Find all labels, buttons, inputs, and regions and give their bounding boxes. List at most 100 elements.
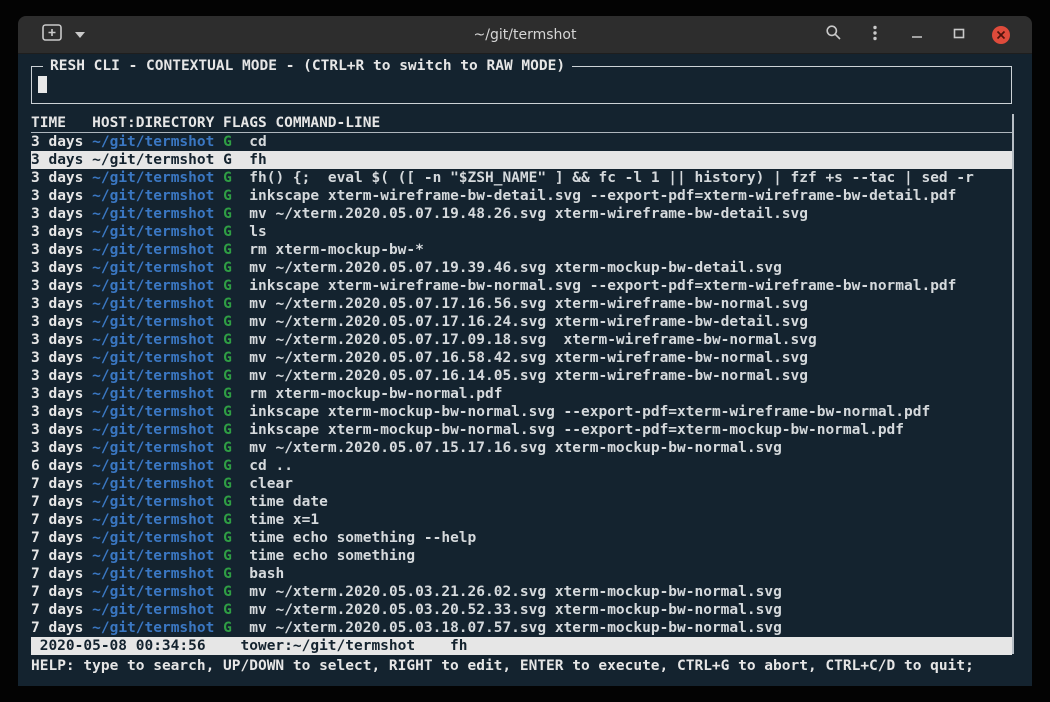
row-host-directory: ~/git/termshot	[92, 602, 214, 618]
history-row[interactable]: 3 days ~/git/termshot G mv ~/xterm.2020.…	[31, 295, 1012, 313]
row-command: inkscape xterm-mockup-bw-normal.svg --ex…	[249, 404, 930, 420]
terminal-content: RESH CLI - CONTEXTUAL MODE - (CTRL+R to …	[18, 54, 1032, 686]
row-host-directory: ~/git/termshot	[92, 512, 214, 528]
history-row[interactable]: 3 days ~/git/termshot G cd	[31, 133, 1012, 151]
history-row[interactable]: 3 days ~/git/termshot G ls	[31, 223, 1012, 241]
resh-search-input[interactable]: RESH CLI - CONTEXTUAL MODE - (CTRL+R to …	[31, 66, 1012, 104]
history-row[interactable]: 7 days ~/git/termshot G bash	[31, 565, 1012, 583]
history-row[interactable]: 7 days ~/git/termshot G time date	[31, 493, 1012, 511]
history-row[interactable]: 3 days ~/git/termshot G mv ~/xterm.2020.…	[31, 439, 1012, 457]
row-flags: G	[223, 242, 232, 258]
new-tab-button[interactable]	[42, 24, 62, 45]
history-row[interactable]: 3 days ~/git/termshot G rm xterm-mockup-…	[31, 241, 1012, 259]
history-row[interactable]: 3 days ~/git/termshot G inkscape xterm-m…	[31, 421, 1012, 439]
history-row[interactable]: 3 days ~/git/termshot G rm xterm-mockup-…	[31, 385, 1012, 403]
history-row[interactable]: 3 days ~/git/termshot G mv ~/xterm.2020.…	[31, 331, 1012, 349]
row-flags: G	[223, 260, 232, 276]
row-command: bash	[249, 566, 284, 582]
row-host-directory: ~/git/termshot	[92, 422, 214, 438]
history-row[interactable]: 3 days ~/git/termshot G fh() {; eval $( …	[31, 169, 1012, 187]
row-flags: G	[223, 476, 232, 492]
row-flags: G	[223, 386, 232, 402]
row-command: rm xterm-mockup-bw-*	[249, 242, 424, 258]
row-flags: G	[223, 602, 232, 618]
history-row[interactable]: 7 days ~/git/termshot G clear	[31, 475, 1012, 493]
row-flags: G	[223, 440, 232, 456]
row-time: 7 days	[31, 512, 83, 528]
row-flags: G	[223, 278, 232, 294]
history-column-header: TIME HOST:DIRECTORY FLAGS COMMAND-LINE	[31, 114, 1012, 133]
history-row[interactable]: 7 days ~/git/termshot G mv ~/xterm.2020.…	[31, 583, 1012, 601]
row-host-directory: ~/git/termshot	[92, 440, 214, 456]
window-title: ~/git/termshot	[474, 27, 577, 43]
row-flags: G	[223, 332, 232, 348]
row-command: mv ~/xterm.2020.05.03.20.52.33.svg xterm…	[249, 602, 782, 618]
row-time: 3 days	[31, 170, 83, 186]
row-host-directory: ~/git/termshot	[92, 566, 214, 582]
row-flags: G	[223, 188, 232, 204]
row-flags: G	[223, 512, 232, 528]
history-row[interactable]: 3 days ~/git/termshot G inkscape xterm-w…	[31, 277, 1012, 295]
row-time: 7 days	[31, 494, 83, 510]
status-timestamp: 2020-05-08 00:34:56	[40, 638, 206, 654]
row-host-directory: ~/git/termshot	[92, 224, 214, 240]
row-host-directory: ~/git/termshot	[92, 134, 214, 150]
row-command: time date	[249, 494, 328, 510]
row-host-directory: ~/git/termshot	[92, 278, 214, 294]
row-host-directory: ~/git/termshot	[92, 188, 214, 204]
history-row[interactable]: 3 days ~/git/termshot G mv ~/xterm.2020.…	[31, 313, 1012, 331]
history-row[interactable]: 3 days ~/git/termshot G mv ~/xterm.2020.…	[31, 367, 1012, 385]
history-row[interactable]: 3 days ~/git/termshot G mv ~/xterm.2020.…	[31, 259, 1012, 277]
history-row[interactable]: 7 days ~/git/termshot G time x=1	[31, 511, 1012, 529]
history-row[interactable]: 7 days ~/git/termshot G time echo someth…	[31, 529, 1012, 547]
row-command: time echo something --help	[249, 530, 476, 546]
minimize-icon	[909, 25, 925, 45]
row-flags: G	[223, 620, 232, 636]
history-row[interactable]: 3 days ~/git/termshot G mv ~/xterm.2020.…	[31, 349, 1012, 367]
row-host-directory: ~/git/termshot	[92, 620, 214, 636]
row-flags: G	[223, 314, 232, 330]
search-button[interactable]	[824, 26, 842, 44]
row-command: time echo something	[249, 548, 415, 564]
row-command: fh() {; eval $( ([ -n "$ZSH_NAME" ] && f…	[249, 170, 974, 186]
history-row[interactable]: 7 days ~/git/termshot G mv ~/xterm.2020.…	[31, 601, 1012, 619]
row-host-directory: ~/git/termshot	[92, 476, 214, 492]
row-time: 3 days	[31, 404, 83, 420]
history-row[interactable]: 6 days ~/git/termshot G cd ..	[31, 457, 1012, 475]
minimize-button[interactable]	[908, 26, 926, 44]
tab-switcher-caret-icon[interactable]	[75, 32, 85, 38]
row-host-directory: ~/git/termshot	[92, 242, 214, 258]
row-flags: G	[223, 296, 232, 312]
history-row[interactable]: 7 days ~/git/termshot G time echo someth…	[31, 547, 1012, 565]
scrollbar[interactable]	[1012, 114, 1014, 654]
history-row[interactable]: 3 days ~/git/termshot G inkscape xterm-m…	[31, 403, 1012, 421]
row-time: 3 days	[31, 260, 83, 276]
row-time: 3 days	[31, 314, 83, 330]
history-row[interactable]: 7 days ~/git/termshot G mv ~/xterm.2020.…	[31, 619, 1012, 637]
row-host-directory: ~/git/termshot	[92, 458, 214, 474]
history-list: 3 days ~/git/termshot G cd3 days ~/git/t…	[31, 133, 1012, 637]
history-row-selected[interactable]: 3 days ~/git/termshot G fh	[31, 151, 1012, 169]
row-command: mv ~/xterm.2020.05.03.18.07.57.svg xterm…	[249, 620, 782, 636]
row-command: inkscape xterm-mockup-bw-normal.svg --ex…	[249, 422, 904, 438]
restore-button[interactable]	[950, 26, 968, 44]
menu-button[interactable]	[866, 26, 884, 44]
row-time: 7 days	[31, 548, 83, 564]
row-flags: G	[223, 206, 232, 222]
row-flags: G	[223, 458, 232, 474]
history-row[interactable]: 3 days ~/git/termshot G inkscape xterm-w…	[31, 187, 1012, 205]
row-command: fh	[249, 152, 266, 168]
row-flags: G	[223, 350, 232, 366]
row-flags: G	[223, 224, 232, 240]
row-command: mv ~/xterm.2020.05.07.17.16.24.svg xterm…	[249, 314, 808, 330]
row-time: 3 days	[31, 134, 83, 150]
row-time: 7 days	[31, 476, 83, 492]
row-host-directory: ~/git/termshot	[92, 548, 214, 564]
row-host-directory: ~/git/termshot	[92, 530, 214, 546]
history-row[interactable]: 3 days ~/git/termshot G mv ~/xterm.2020.…	[31, 205, 1012, 223]
close-button[interactable]	[992, 26, 1010, 44]
kebab-menu-icon	[867, 24, 883, 46]
search-icon	[825, 24, 842, 45]
row-command: mv ~/xterm.2020.05.07.19.39.46.svg xterm…	[249, 260, 782, 276]
row-time: 3 days	[31, 242, 83, 258]
